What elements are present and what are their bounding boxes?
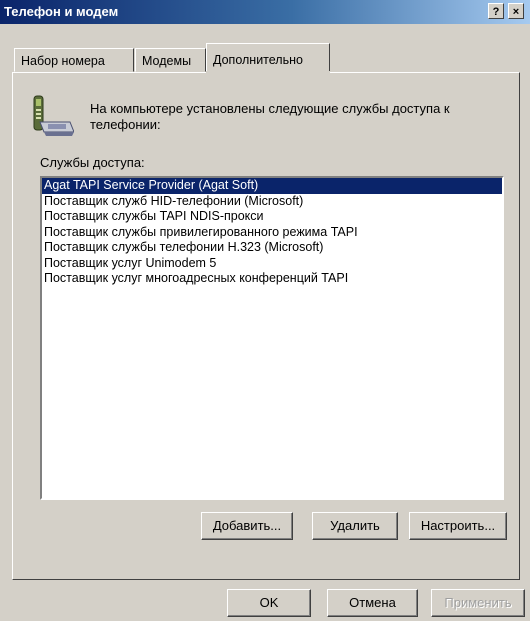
service-list-item[interactable]: Поставщик услуг Unimodem 5 <box>42 256 502 272</box>
service-list-item[interactable]: Поставщик службы TAPI NDIS-прокси <box>42 209 502 225</box>
telephone-computer-icon <box>33 95 74 136</box>
tab-advanced[interactable]: Дополнительно <box>206 43 330 73</box>
cancel-button[interactable]: Отмена <box>327 589 418 617</box>
add-button[interactable]: Добавить... <box>201 512 293 540</box>
services-label: Службы доступа: <box>40 155 145 170</box>
window-title: Телефон и модем <box>4 4 119 19</box>
service-list-item[interactable]: Поставщик служб HID-телефонии (Microsoft… <box>42 194 502 210</box>
apply-button[interactable]: Применить <box>431 589 525 617</box>
service-list-item[interactable]: Agat TAPI Service Provider (Agat Soft) <box>42 178 502 194</box>
ok-button[interactable]: OK <box>227 589 311 617</box>
services-listbox[interactable]: Agat TAPI Service Provider (Agat Soft) По… <box>40 176 504 500</box>
service-list-item[interactable]: Поставщик службы телефонии H.323 (Micros… <box>42 240 502 256</box>
tab-panel-join <box>206 71 330 74</box>
help-button[interactable]: ? <box>488 3 504 19</box>
tab-dialing[interactable]: Набор номера <box>14 48 134 72</box>
tab-modems[interactable]: Модемы <box>135 48 206 72</box>
intro-text: На компьютере установлены следующие служ… <box>90 101 450 132</box>
service-list-item[interactable]: Поставщик службы привилегированного режи… <box>42 225 502 241</box>
configure-button[interactable]: Настроить... <box>409 512 507 540</box>
close-button[interactable]: × <box>508 3 524 19</box>
remove-button[interactable]: Удалить <box>312 512 398 540</box>
phone-modem-dialog: Телефон и модем ? × Набор номера Модемы … <box>0 0 530 621</box>
service-list-item[interactable]: Поставщик услуг многоадресных конференци… <box>42 271 502 287</box>
title-bar[interactable]: Телефон и модем ? × <box>0 0 530 24</box>
